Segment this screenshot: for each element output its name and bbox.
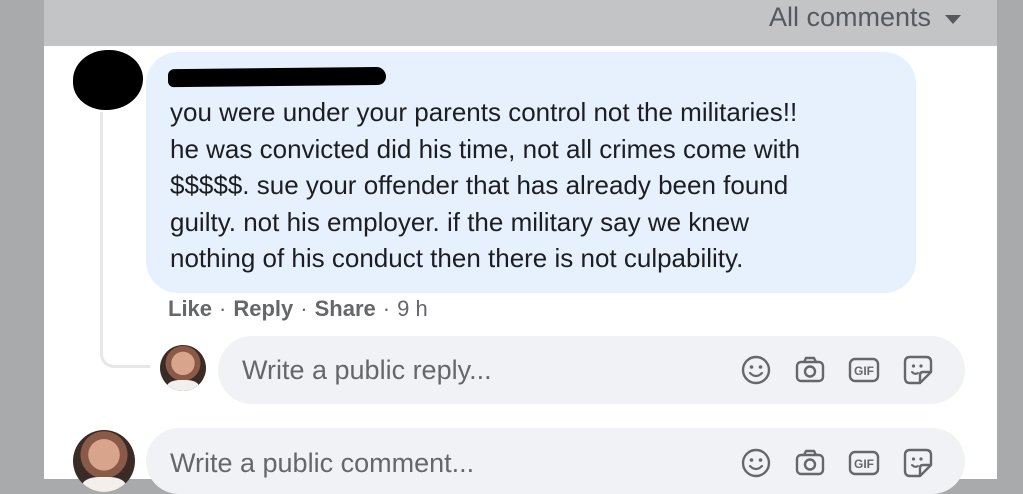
emoji-icon[interactable] (739, 353, 773, 387)
reply-link[interactable]: Reply (233, 296, 293, 322)
comments-header: All comments (44, 0, 997, 46)
gif-icon[interactable]: GIF (847, 446, 881, 480)
current-user-avatar[interactable] (73, 430, 135, 492)
separator-dot: · (300, 296, 308, 321)
camera-icon[interactable] (793, 446, 827, 480)
comment-filter-label: All comments (768, 2, 931, 32)
separator-dot: · (382, 296, 391, 321)
separator-dot: · (219, 296, 227, 321)
sticker-icon[interactable] (901, 446, 935, 480)
svg-text:GIF: GIF (854, 364, 874, 378)
caret-down-icon (945, 15, 961, 24)
comment-bubble: you were under your parents control not … (146, 52, 916, 293)
comment-text: you were under your parents control not … (170, 94, 910, 277)
like-link[interactable]: Like (168, 296, 212, 322)
comment-filter-dropdown[interactable]: All comments (769, 2, 961, 33)
reply-input[interactable] (218, 354, 739, 386)
emoji-icon[interactable] (739, 446, 773, 480)
comment-line: you were under your parents control not … (170, 97, 798, 127)
svg-text:GIF: GIF (854, 457, 874, 471)
gif-icon[interactable]: GIF (847, 353, 881, 387)
reply-input-container: GIF (218, 336, 965, 404)
comment-line: nothing of his conduct then there is not… (170, 243, 744, 273)
comment-line: guilty. not his employer. if the militar… (170, 206, 749, 237)
reply-thread-line (100, 112, 150, 368)
share-link[interactable]: Share (315, 296, 376, 322)
commenter-name-redacted[interactable] (167, 66, 387, 88)
comment-line: he was convicted did his time, not all c… (170, 133, 801, 164)
sticker-icon[interactable] (901, 353, 935, 387)
comment-input-container: GIF (146, 428, 965, 494)
comment-input[interactable] (146, 443, 739, 479)
comment-timestamp[interactable]: 9 h (397, 296, 428, 322)
current-user-avatar[interactable] (160, 345, 206, 391)
camera-icon[interactable] (793, 353, 827, 387)
comment-actions: Like · Reply · Share · 9 h (168, 296, 428, 322)
comment-line: $$$$$. sue your offender that has alread… (170, 170, 789, 200)
